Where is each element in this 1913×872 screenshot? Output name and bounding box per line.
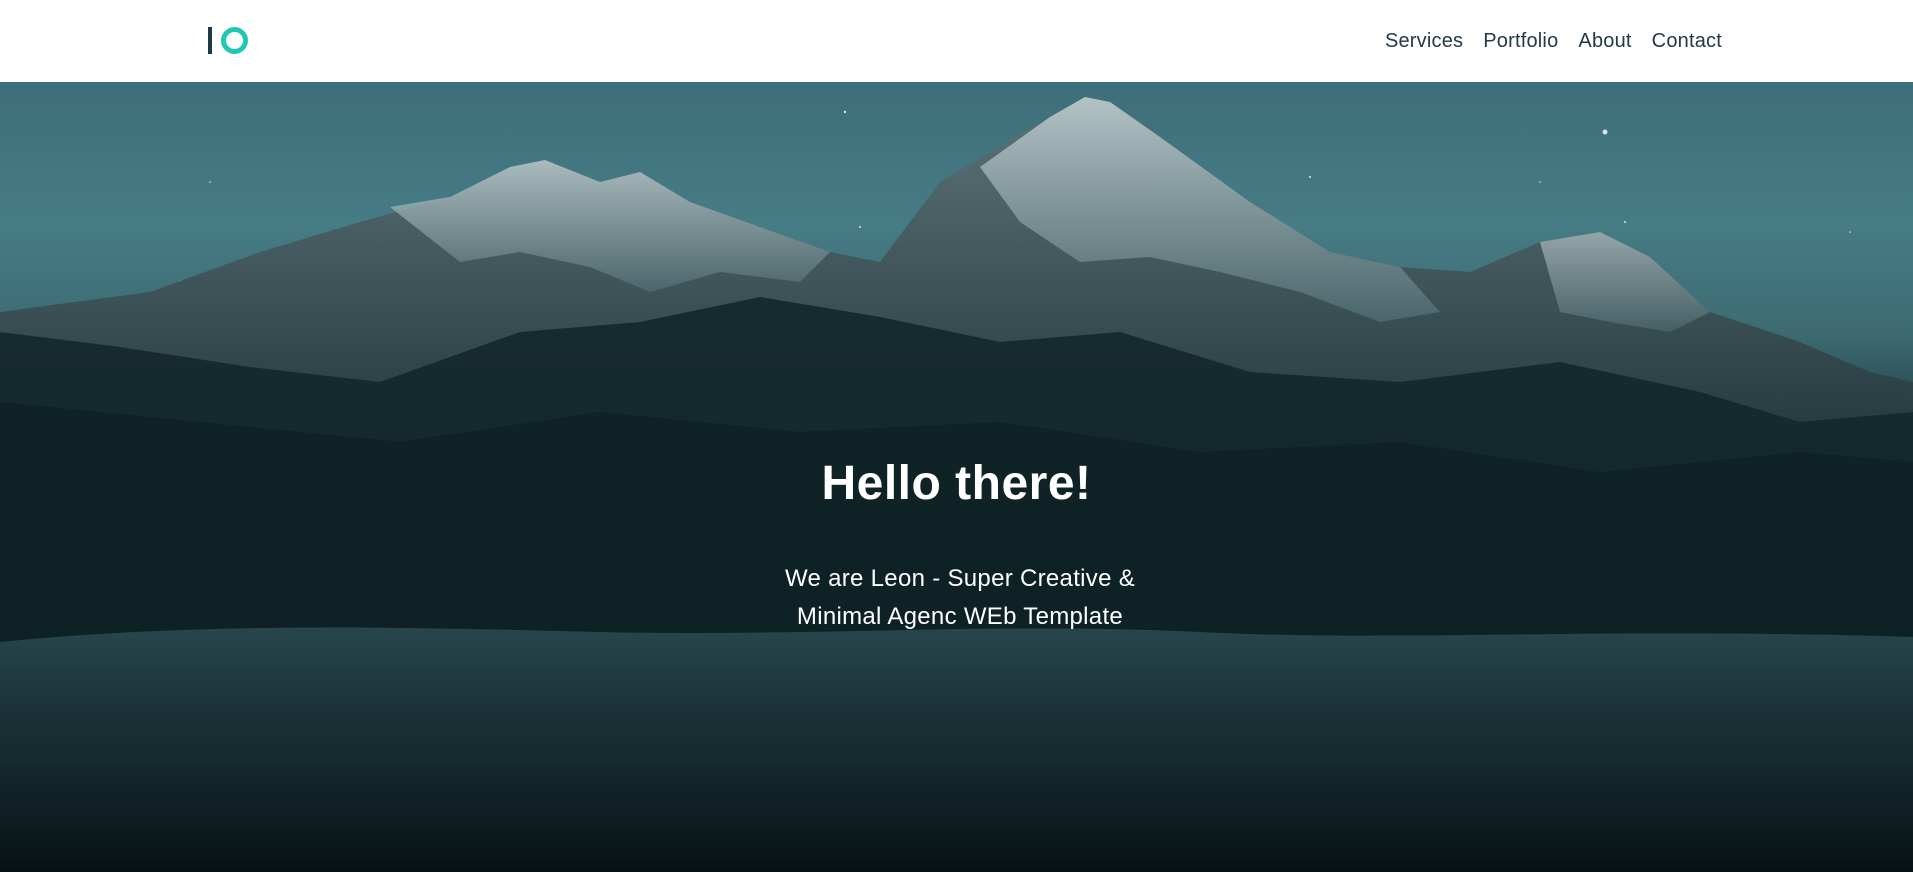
nav-link-contact[interactable]: Contact [1652, 30, 1722, 53]
nav-link-services[interactable]: Services [1385, 30, 1463, 53]
io-logo-icon[interactable] [208, 26, 252, 54]
hero-subtitle-line-2: Minimal Agenc WEb Template [796, 603, 1124, 630]
logo-bar [208, 26, 212, 54]
hero-subtitle-line-1: We are Leon - Super Creative & [784, 565, 1136, 592]
nav-link-about[interactable]: About [1578, 30, 1631, 53]
site-header: Services Portfolio About Contact [0, 0, 1913, 82]
main-nav: Services Portfolio About Contact [1385, 0, 1722, 82]
hero-section: Hello there! We are Leon - Super Creativ… [0, 82, 1913, 872]
hero-title: Hello there! [821, 457, 1092, 510]
hero-subtitle: We are Leon - Super Creative & Minimal A… [656, 560, 1264, 636]
logo-ring [221, 26, 248, 54]
nav-link-portfolio[interactable]: Portfolio [1483, 30, 1558, 53]
